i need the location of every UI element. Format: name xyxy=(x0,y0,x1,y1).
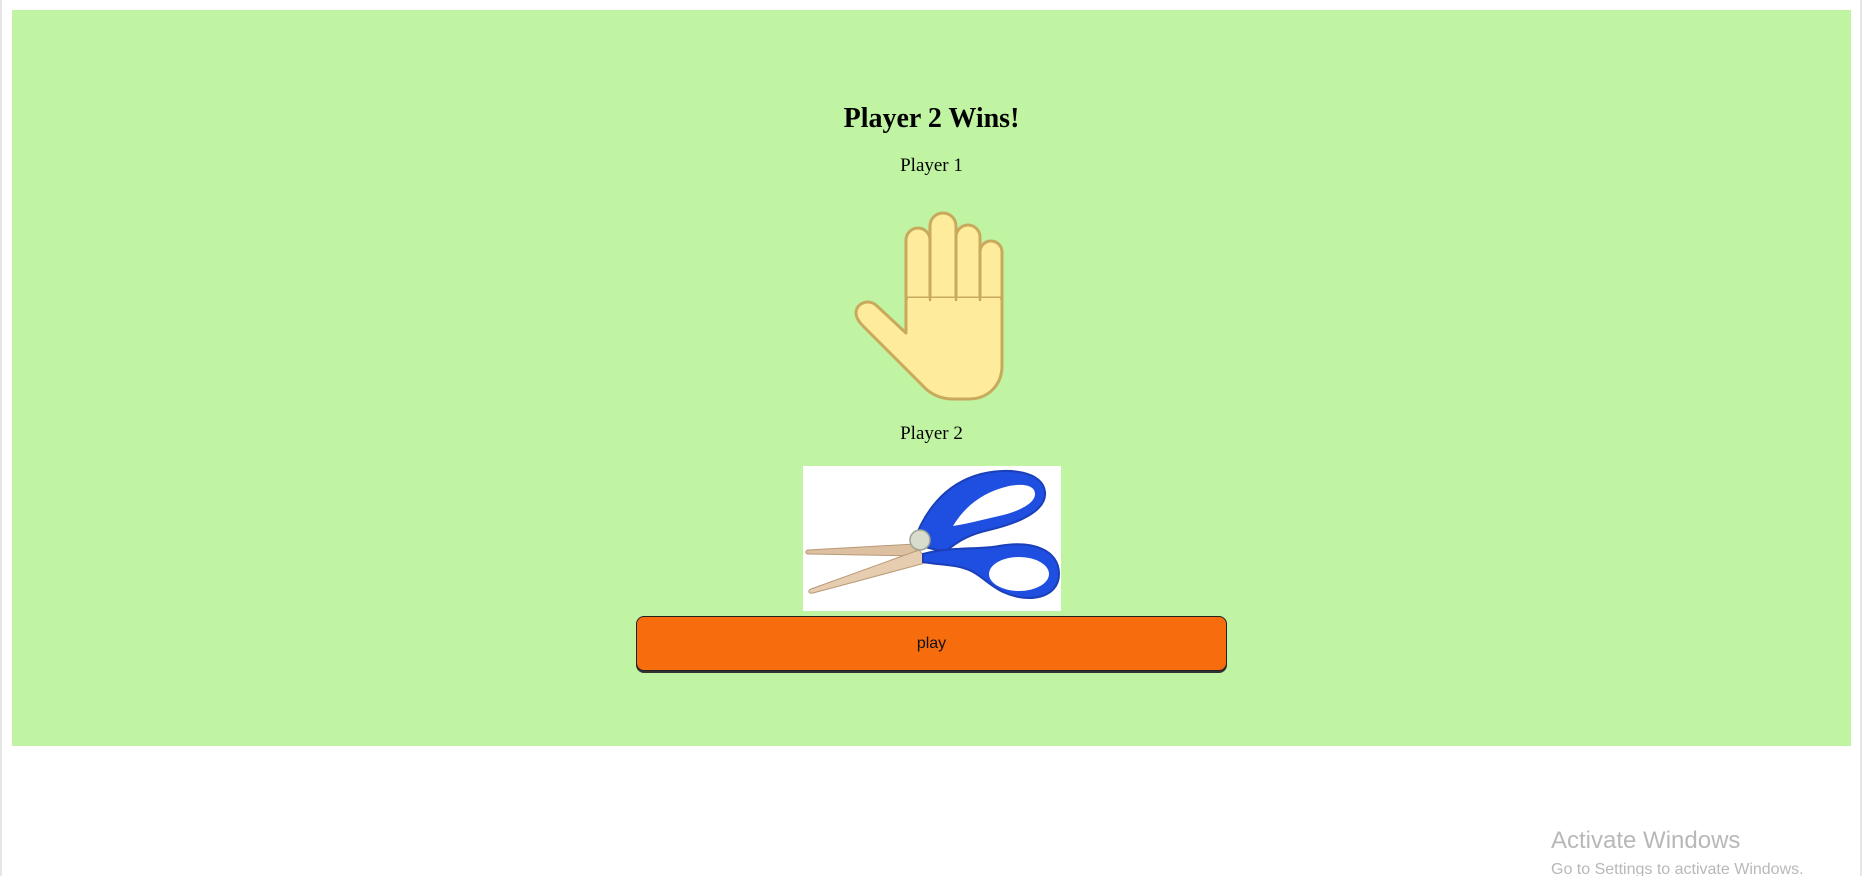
window-frame-left xyxy=(0,0,2,876)
play-button[interactable]: play xyxy=(636,616,1227,671)
watermark-subtitle: Go to Settings to activate Windows. xyxy=(1551,861,1804,876)
game-panel: Player 2 Wins! Player 1 Player 2 play xyxy=(12,10,1851,746)
result-heading: Player 2 Wins! xyxy=(843,103,1020,134)
scissors-icon xyxy=(803,466,1061,611)
paper-hand-icon xyxy=(841,203,1031,408)
player1-label: Player 1 xyxy=(900,155,963,176)
player2-label: Player 2 xyxy=(900,423,963,444)
activate-windows-watermark: Activate Windows Go to Settings to activ… xyxy=(1551,826,1804,876)
watermark-title: Activate Windows xyxy=(1551,827,1741,854)
